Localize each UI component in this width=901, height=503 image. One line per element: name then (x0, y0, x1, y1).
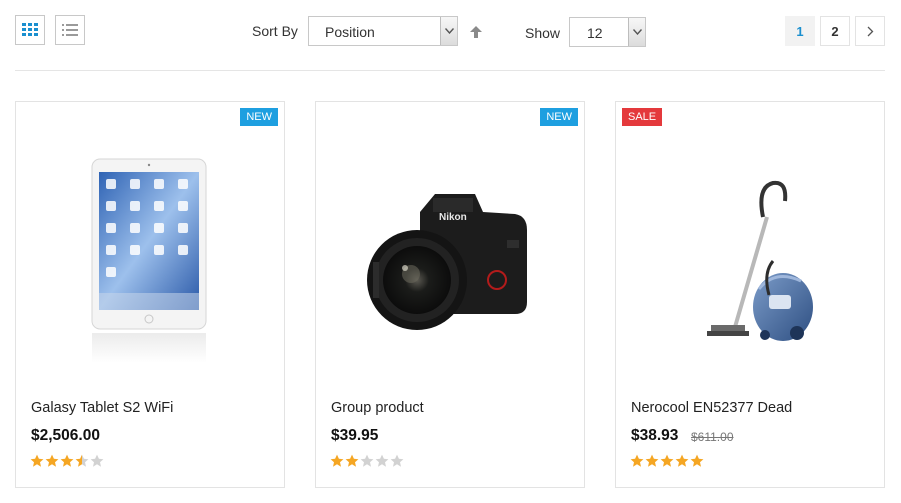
star-filled-icon (675, 454, 689, 467)
toolbar-divider (15, 70, 885, 71)
star-filled-icon (645, 454, 659, 467)
star-filled-icon (45, 454, 59, 467)
rating-stars (330, 454, 404, 468)
star-empty-icon (390, 454, 404, 467)
star-filled-icon (345, 454, 359, 467)
product-name[interactable]: Nerocool EN52377 Dead (631, 400, 792, 416)
star-filled-icon (660, 454, 674, 467)
product-name[interactable]: Galasy Tablet S2 WiFi (31, 400, 173, 416)
list-view-icon (62, 23, 78, 36)
product-name[interactable]: Group product (331, 400, 424, 416)
show-limit-select[interactable]: 12 (569, 17, 646, 47)
product-old-price: $611.00 (691, 430, 734, 444)
sort-by-label: Sort By (252, 23, 298, 39)
grid-view-button[interactable] (15, 15, 45, 45)
page-1-button[interactable]: 1 (785, 16, 815, 46)
sale-badge: SALE (622, 108, 663, 126)
product-image[interactable] (616, 142, 884, 382)
rating-stars (630, 454, 704, 468)
next-page-button[interactable] (855, 16, 885, 46)
svg-text:Nikon: Nikon (439, 212, 467, 223)
star-filled-icon (75, 454, 89, 467)
star-filled-icon (330, 454, 344, 467)
page-2-button[interactable]: 2 (820, 16, 850, 46)
sort-direction-button[interactable] (469, 25, 485, 41)
product-price: $2,506.00 (31, 427, 100, 444)
show-limit-value: 12 (587, 25, 603, 41)
star-filled-icon (690, 454, 704, 467)
tablet-image (91, 158, 207, 363)
product-card[interactable]: NEW Nikon Group product $39.95 (315, 101, 585, 488)
rating-stars (30, 454, 104, 468)
new-badge: NEW (240, 108, 278, 126)
product-card[interactable]: NEW Galasy Tablet S2 WiFi $2,506.00 (15, 101, 285, 488)
sort-by-select[interactable]: Position (308, 16, 458, 46)
list-view-button[interactable] (55, 15, 85, 45)
catalog-toolbar: Sort By Position Show 12 1 2 (0, 0, 901, 70)
product-card[interactable]: SALE Nerocool EN52377 Dead $38.93 $611.0… (615, 101, 885, 488)
grid-view-icon (22, 23, 38, 36)
arrow-up-icon (470, 26, 482, 38)
chevron-down-icon (628, 18, 645, 46)
star-filled-icon (60, 454, 74, 467)
star-empty-icon (375, 454, 389, 467)
product-price: $39.95 (331, 427, 379, 444)
product-price: $38.93 (631, 427, 679, 444)
star-empty-icon (90, 454, 104, 467)
star-empty-icon (360, 454, 374, 467)
vacuum-cleaner-image (707, 180, 813, 341)
star-filled-icon (30, 454, 44, 467)
new-badge: NEW (540, 108, 578, 126)
product-image[interactable] (16, 142, 284, 382)
chevron-right-icon (867, 26, 873, 36)
product-image[interactable]: Nikon (316, 142, 584, 382)
star-filled-icon (630, 454, 644, 467)
chevron-down-icon (440, 17, 457, 45)
camera-image: Nikon (367, 194, 527, 330)
sort-by-value: Position (325, 24, 375, 40)
show-label: Show (525, 25, 561, 41)
